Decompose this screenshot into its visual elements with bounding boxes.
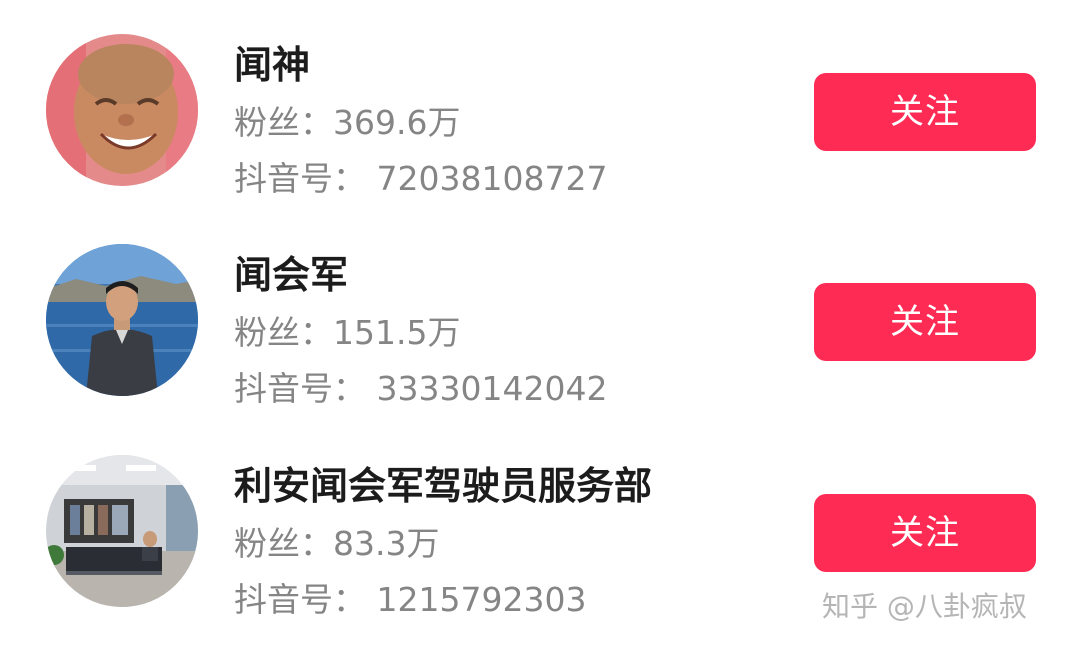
fans-count: 粉丝：151.5万 [234, 313, 461, 352]
fans-count: 粉丝：369.6万 [234, 103, 461, 142]
follow-button[interactable]: 关注 [814, 494, 1036, 572]
avatar[interactable] [46, 244, 198, 396]
follow-button[interactable]: 关注 [814, 283, 1036, 361]
account-row-1[interactable]: 闻神 粉丝：369.6万 抖音号： 72038108727 关注 [0, 0, 1080, 200]
fans-count: 粉丝：83.3万 [234, 524, 440, 563]
avatar[interactable] [46, 455, 198, 607]
account-name[interactable]: 闻会军 [234, 244, 348, 299]
douyin-id: 抖音号： 33330142042 [234, 369, 608, 408]
follow-button[interactable]: 关注 [814, 73, 1036, 151]
account-name[interactable]: 利安闻会军驾驶员服务部 [234, 455, 652, 510]
account-row-2[interactable]: 闻会军 粉丝：151.5万 抖音号： 33330142042 关注 [0, 210, 1080, 410]
watermark: 知乎 @八卦疯叔 [822, 590, 1027, 623]
douyin-id: 抖音号： 1215792303 [234, 580, 587, 619]
man-by-lake-photo-icon [46, 244, 198, 396]
douyin-id: 抖音号： 72038108727 [234, 159, 608, 198]
avatar[interactable] [46, 34, 198, 186]
smiling-man-photo-icon [46, 34, 198, 186]
account-name[interactable]: 闻神 [234, 34, 310, 89]
office-interior-photo-icon [46, 455, 198, 607]
